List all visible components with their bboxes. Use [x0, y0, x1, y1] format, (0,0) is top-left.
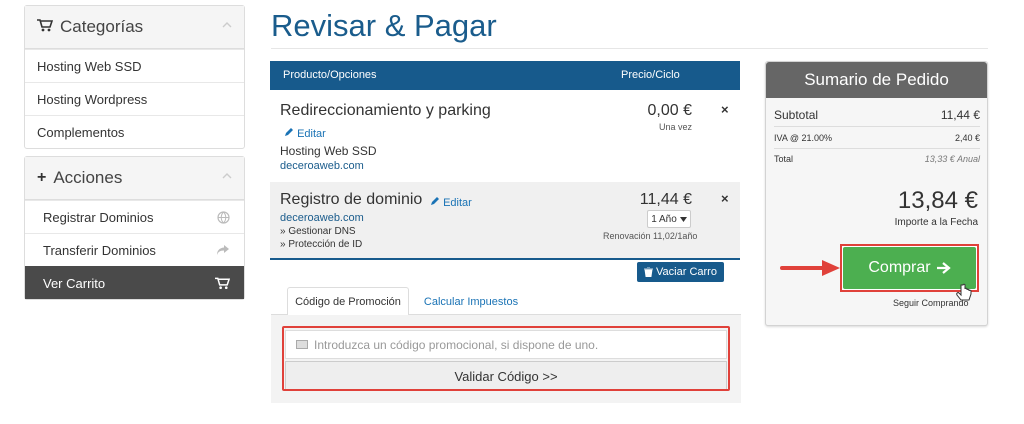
action-label: Registrar Dominios	[43, 209, 154, 225]
subtotal-label: Subtotal	[774, 108, 819, 122]
product-domain: deceroaweb.com	[280, 160, 364, 172]
header-price: Precio/Ciclo	[621, 69, 680, 81]
total-row: Total 13,33 € Anual	[774, 154, 980, 164]
edit-label: Editar	[297, 128, 326, 140]
action-item-ver-carrito[interactable]: Ver Carrito	[25, 266, 244, 299]
tax-label: IVA @ 21.00%	[774, 133, 833, 143]
tax-value: 2,40 €	[954, 133, 980, 143]
chevron-up-icon[interactable]	[222, 171, 232, 181]
item-renewal: Renovación 11,02/1año	[603, 231, 698, 241]
empty-cart-button[interactable]: Vaciar Carro	[637, 262, 724, 282]
product-option: » Gestionar DNS	[280, 226, 356, 237]
product-name: Redireccionamiento y parking	[280, 102, 491, 119]
cart-icon	[215, 277, 230, 289]
chevron-up-icon[interactable]	[222, 20, 232, 30]
item-price: 0,00 €	[647, 102, 692, 119]
category-label: Hosting Web SSD	[37, 58, 142, 74]
caret-down-icon	[679, 216, 687, 222]
promo-tabs: Código de Promoción Calcular Impuestos	[271, 282, 741, 316]
action-label: Ver Carrito	[43, 275, 106, 291]
cart-item-row: Redireccionamiento y parking Editar Host…	[270, 90, 740, 182]
header-product: Producto/Opciones	[283, 69, 377, 81]
tab-calculate-taxes[interactable]: Calcular Impuestos	[421, 287, 521, 316]
product-name: Registro de dominio	[280, 191, 423, 208]
categories-panel: Categorías Hosting Web SSD Hosting Wordp…	[24, 5, 245, 149]
subtotal-value: 11,44 €	[940, 108, 980, 122]
remove-item-button[interactable]: ×	[721, 102, 729, 117]
hand-pointer-icon	[956, 283, 972, 301]
title-divider	[271, 48, 988, 49]
actions-header[interactable]: + Acciones	[25, 157, 244, 200]
item-cycle: Una vez	[658, 122, 692, 132]
cart-table-header: Producto/Opciones Precio/Ciclo	[270, 61, 740, 90]
summary-title: Sumario de Pedido	[766, 62, 987, 98]
category-item-hosting-ssd[interactable]: Hosting Web SSD	[25, 49, 244, 82]
cart-item-row: Registro de dominio Editar deceroaweb.co…	[270, 182, 740, 260]
product-option: » Protección de ID	[280, 239, 363, 250]
tax-row: IVA @ 21.00% 2,40 €	[774, 133, 980, 143]
arrow-right-icon	[936, 262, 951, 274]
total-label: Total	[774, 154, 794, 164]
shopping-cart-icon	[37, 19, 54, 35]
category-item-complementos[interactable]: Complementos	[25, 115, 244, 148]
highlight-frame	[282, 326, 730, 391]
category-label: Complementos	[37, 124, 125, 140]
empty-cart-label: Vaciar Carro	[656, 266, 717, 278]
remove-item-button[interactable]: ×	[721, 191, 729, 206]
tab-promo-code[interactable]: Código de Promoción	[287, 287, 409, 316]
summary-divider	[774, 126, 980, 127]
edit-link[interactable]: Editar	[284, 127, 326, 140]
item-price: 11,44 €	[639, 191, 692, 208]
actions-title: Acciones	[53, 168, 123, 187]
category-item-hosting-wordpress[interactable]: Hosting Wordpress	[25, 82, 244, 115]
summary-divider	[774, 148, 980, 149]
edit-link[interactable]: Editar	[430, 196, 472, 209]
subtotal-row: Subtotal 11,44 €	[774, 108, 980, 122]
term-select[interactable]: 1 Año	[647, 210, 691, 228]
trash-icon	[644, 267, 654, 277]
total-annual: 13,33 € Anual	[924, 154, 980, 164]
action-item-registrar-dominios[interactable]: Registrar Dominios	[25, 200, 244, 233]
tab-label: Calcular Impuestos	[423, 295, 519, 308]
pencil-icon	[431, 197, 439, 205]
pencil-icon	[285, 128, 293, 136]
arrow-annotation-icon	[780, 260, 840, 276]
globe-icon	[217, 210, 230, 224]
product-domain: deceroaweb.com	[280, 212, 364, 224]
term-value: 1 Año	[651, 213, 677, 225]
product-plan: Hosting Web SSD	[280, 144, 377, 158]
checkout-label: Comprar	[868, 259, 931, 276]
actions-panel: + Acciones Registrar Dominios Transferir…	[24, 156, 245, 300]
plus-icon: +	[37, 169, 47, 186]
grand-total-label: Importe a la Fecha	[894, 217, 978, 228]
action-label: Transferir Dominios	[43, 242, 156, 258]
page-title: Revisar & Pagar	[271, 8, 497, 43]
grand-total: 13,84 €	[897, 187, 978, 214]
tab-label: Código de Promoción	[295, 295, 401, 308]
share-arrow-icon	[217, 245, 229, 255]
categories-header[interactable]: Categorías	[25, 6, 244, 49]
categories-title: Categorías	[60, 17, 144, 36]
edit-label: Editar	[443, 197, 472, 209]
category-label: Hosting Wordpress	[37, 91, 148, 107]
action-item-transferir-dominios[interactable]: Transferir Dominios	[25, 233, 244, 266]
